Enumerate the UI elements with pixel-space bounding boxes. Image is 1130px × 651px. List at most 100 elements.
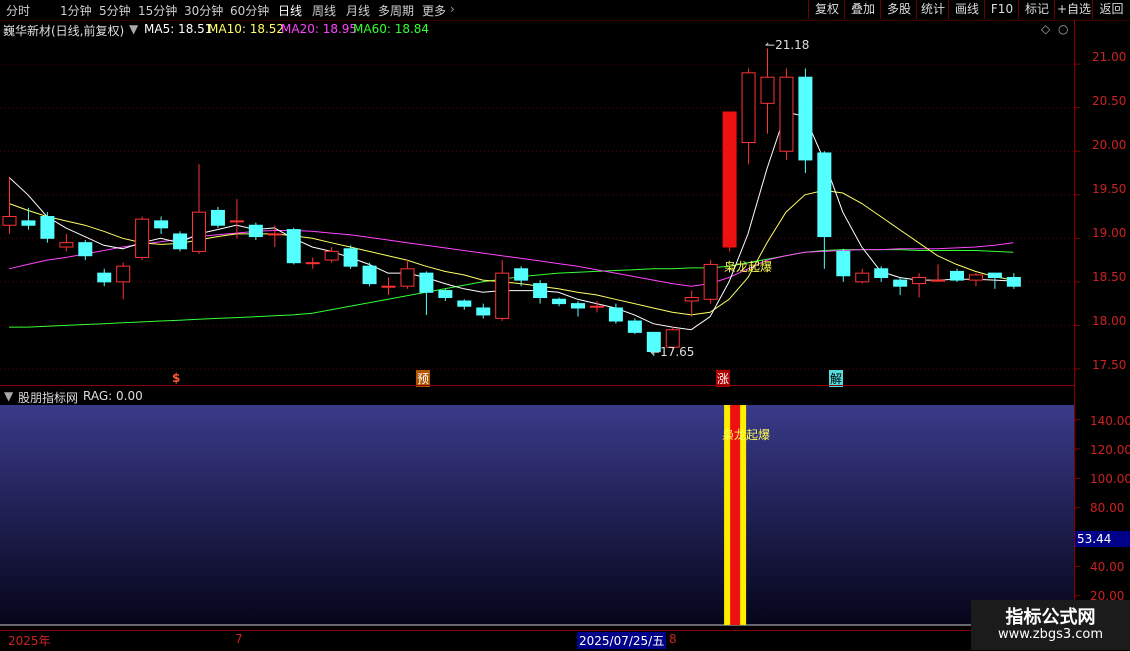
candle-body-down — [836, 250, 851, 277]
indicator-value: RAG: 0.00 — [83, 389, 143, 403]
candle — [343, 245, 358, 269]
candle — [116, 262, 131, 300]
chart-canvas — [0, 20, 1080, 650]
candle — [703, 260, 718, 304]
candle — [741, 68, 756, 165]
candle — [305, 257, 320, 269]
candle — [874, 266, 889, 282]
candle-body-down — [419, 272, 434, 293]
price-axis-label: 21.00 — [1092, 50, 1127, 64]
indicator-header: ▼ 股朋指标网 RAG: 0.00 — [0, 385, 1074, 405]
candle-body-up — [912, 276, 927, 285]
candle-body-up — [741, 72, 756, 144]
candle — [931, 264, 946, 282]
candle-body-up — [760, 76, 775, 104]
indicator-axis-label: 120.00 — [1090, 443, 1130, 457]
indicator-signal-label: 枭龙起爆 — [722, 428, 771, 442]
price-axis-label: 20.00 — [1092, 138, 1127, 152]
watermark-url: www.zbgs3.com — [997, 627, 1104, 642]
candle-body-up — [589, 305, 604, 308]
candle-body-down — [1006, 276, 1021, 287]
date-year: 2025年 — [8, 634, 51, 648]
candle — [135, 216, 150, 261]
candle-body-up — [59, 242, 74, 248]
candle — [381, 277, 396, 295]
watermark: 指标公式网 www.zbgs3.com — [971, 600, 1130, 650]
candle-body-up — [324, 250, 339, 261]
candle — [438, 288, 453, 302]
candle — [59, 233, 74, 252]
candle — [400, 260, 415, 289]
watermark-title: 指标公式网 — [1005, 607, 1096, 628]
low-price-label: ↽17.65 — [650, 345, 695, 359]
indicator-title: 股朋指标网 — [18, 391, 79, 405]
candle-body-down — [40, 216, 55, 239]
candle — [722, 111, 737, 252]
candle-body-down — [343, 248, 358, 267]
date-bar: 2025年 7 2025/07/25/五 8 — [0, 630, 1074, 651]
candle-body-up — [229, 220, 244, 223]
candle-body-up — [381, 285, 396, 288]
price-axis-label: 19.50 — [1092, 182, 1127, 196]
candle — [684, 290, 699, 317]
candle-body-down — [210, 209, 225, 226]
candle — [855, 268, 870, 284]
candle — [476, 303, 491, 319]
candle — [154, 216, 169, 234]
candle-body-up — [684, 297, 699, 302]
candle-body-down — [438, 290, 453, 299]
candle — [533, 280, 548, 304]
candle-body-down — [893, 279, 908, 287]
candle-body-up — [135, 218, 150, 258]
candle — [912, 273, 927, 298]
high-price-label: ↼21.18 — [765, 38, 810, 52]
candle-body-down — [173, 233, 188, 250]
marker-dollar: $ — [172, 371, 181, 385]
candle — [173, 231, 188, 252]
price-axis-label: 19.00 — [1092, 226, 1127, 240]
candle-body-up — [400, 268, 415, 287]
candle-body-down — [874, 268, 889, 278]
candle — [760, 48, 775, 134]
candle-body-up — [855, 272, 870, 283]
candle-body-down — [533, 283, 548, 299]
candle-body-up — [192, 211, 206, 252]
candle-body-up — [703, 263, 718, 300]
candle-body-down — [627, 320, 642, 333]
candle — [21, 207, 36, 230]
candle-body-up — [968, 274, 983, 281]
indicator-axis-label: 140.00 — [1090, 414, 1130, 428]
price-axis-label: 20.50 — [1092, 94, 1127, 108]
ma10-line — [8, 189, 1014, 316]
candle-body-signal — [722, 111, 737, 248]
candle — [836, 248, 851, 282]
candle-body-up — [931, 279, 946, 282]
candle-body-up — [495, 272, 510, 319]
candle-body-down — [457, 300, 472, 307]
date-month-7: 7 — [235, 632, 243, 646]
candle-body-down — [987, 272, 1002, 278]
candle — [457, 299, 472, 310]
candle — [495, 260, 510, 322]
chevron-down-icon[interactable]: ▼ — [4, 389, 13, 403]
candle-body-down — [798, 76, 813, 161]
candle-body-down — [21, 220, 36, 226]
candle — [97, 268, 112, 287]
candle-body-up — [116, 265, 131, 283]
candle-body-up — [2, 216, 17, 226]
indicator-panel — [0, 405, 1074, 625]
candle-body-down — [154, 220, 169, 229]
candle — [40, 212, 55, 243]
candle — [950, 268, 964, 282]
candle-body-down — [78, 242, 93, 257]
price-axis-label: 17.50 — [1092, 358, 1127, 372]
candle-body-down — [97, 272, 112, 283]
candle-body-down — [514, 268, 529, 281]
candle — [1006, 273, 1021, 289]
candle — [324, 247, 339, 263]
candle — [779, 68, 794, 160]
date-month-8: 8 — [669, 632, 677, 646]
candle — [968, 273, 983, 287]
candle-body-down — [362, 265, 377, 285]
signal-label: 枭龙起爆 — [724, 260, 773, 274]
